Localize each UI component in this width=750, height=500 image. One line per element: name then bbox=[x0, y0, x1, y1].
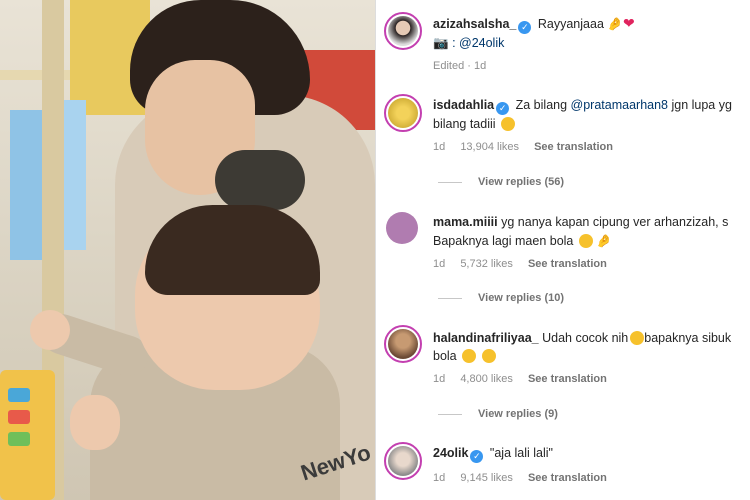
woman-scarf bbox=[215, 150, 305, 210]
verified-badge-icon: ✓ bbox=[470, 450, 484, 463]
comment-text-line2: bilang tadiii bbox=[433, 115, 750, 133]
comment-line2-text: Bapaknya lagi maen bola bbox=[433, 234, 574, 248]
post-photo[interactable]: NewYo bbox=[0, 0, 375, 500]
unamused-emoji-icon bbox=[462, 349, 477, 363]
comment-username[interactable]: 24olik bbox=[433, 446, 468, 460]
comment-text-start: yg nanya kapan cipung ver arhanzizah, s bbox=[501, 215, 729, 229]
see-translation-link[interactable]: See translation bbox=[528, 472, 607, 484]
view-replies-button[interactable]: View replies (56) bbox=[438, 176, 564, 188]
toy-key bbox=[8, 410, 30, 424]
avatar[interactable] bbox=[384, 94, 422, 132]
replies-divider bbox=[438, 181, 462, 183]
avatar[interactable] bbox=[384, 325, 422, 363]
see-translation-link[interactable]: See translation bbox=[528, 373, 607, 385]
comment-line2-text: bilang tadiii bbox=[433, 117, 496, 131]
view-replies-label: View replies (9) bbox=[478, 408, 558, 420]
view-replies-label: View replies (56) bbox=[478, 176, 565, 188]
comment-text: 24olik ✓ "aja lali lali" bbox=[433, 444, 750, 463]
toy-keyboard bbox=[0, 370, 55, 500]
red-heart-emoji-icon: ❤ bbox=[622, 15, 635, 31]
toy-key bbox=[8, 388, 30, 402]
comment-likes[interactable]: 5,732 likes bbox=[460, 258, 513, 270]
toy-key bbox=[8, 432, 30, 446]
comment-text-start: Udah cocok nih bbox=[542, 331, 629, 345]
photo-credit-mention[interactable]: : @24olik bbox=[452, 36, 504, 50]
comment-likes[interactable]: 9,145 likes bbox=[460, 472, 513, 484]
comment-meta: 1d 13,904 likes See translation bbox=[433, 141, 625, 153]
comment-likes[interactable]: 4,800 likes bbox=[460, 373, 513, 385]
comment-username[interactable]: mama.miiii bbox=[433, 215, 498, 229]
boy-hair bbox=[145, 205, 320, 295]
comment-age: 1d bbox=[433, 472, 446, 484]
see-translation-link[interactable]: See translation bbox=[534, 141, 613, 153]
comment-text: isdadahlia ✓ Za bilang @pratamaarhan8 jgn… bbox=[433, 96, 750, 115]
avatar-image bbox=[388, 329, 418, 359]
comment-age: 1d bbox=[433, 141, 446, 153]
comment-likes[interactable]: 13,904 likes bbox=[460, 141, 519, 153]
laughing-emoji-icon bbox=[578, 234, 593, 248]
comment-text: mama.miiii yg nanya kapan cipung ver arh… bbox=[433, 213, 750, 231]
comment-text-line2: Bapaknya lagi maen bola 🤌 bbox=[433, 232, 750, 250]
caption-username[interactable]: azizahsalsha_ bbox=[433, 17, 516, 31]
comment-age: 1d bbox=[433, 373, 446, 385]
boy-hand bbox=[30, 310, 70, 350]
comment-mention[interactable]: @pratamaarhan8 bbox=[571, 98, 668, 112]
comment-age: 1d bbox=[433, 258, 446, 270]
caption-text: Rayyanjaaa bbox=[537, 17, 604, 31]
emoji-icon bbox=[630, 331, 645, 345]
photo-credit-line: 📷 : @24olik bbox=[433, 34, 750, 52]
view-replies-label: View replies (10) bbox=[478, 292, 565, 304]
verified-badge-icon: ✓ bbox=[496, 102, 510, 115]
comment-meta: 1d 4,800 likes See translation bbox=[433, 373, 619, 385]
avatar[interactable] bbox=[384, 442, 422, 480]
comment-meta: 1d 9,145 likes See translation bbox=[433, 472, 619, 484]
avatar[interactable] bbox=[386, 212, 418, 244]
verified-badge-icon: ✓ bbox=[518, 21, 532, 34]
comment-text-start: "aja lali lali" bbox=[489, 446, 553, 460]
replies-divider bbox=[438, 413, 462, 415]
comment-text: halandinafriliyaa_ Udah cocok nih bapakny… bbox=[433, 329, 750, 347]
boy-hand-2 bbox=[70, 395, 120, 450]
see-translation-link[interactable]: See translation bbox=[528, 258, 607, 270]
replies-divider bbox=[438, 297, 462, 299]
camera-icon: 📷 bbox=[433, 36, 449, 50]
pinched-fingers-emoji-icon: 🤌 bbox=[607, 17, 623, 31]
comment-text-line2: bola bbox=[433, 347, 750, 365]
caption-line: azizahsalsha_ ✓ Rayyanjaaa 🤌❤ bbox=[433, 14, 750, 34]
comment-text-end: jgn lupa yg bbox=[668, 98, 732, 112]
avatar-image bbox=[388, 98, 418, 128]
comment-text-end: bapaknya sibuk bbox=[644, 331, 732, 345]
comment-username[interactable]: isdadahlia bbox=[433, 98, 494, 112]
view-replies-button[interactable]: View replies (10) bbox=[438, 292, 564, 304]
avatar-image bbox=[388, 16, 418, 46]
comment-text-start: Za bilang bbox=[515, 98, 571, 112]
caption-meta: Edited · 1d bbox=[433, 60, 498, 72]
crying-emoji-icon bbox=[481, 349, 496, 363]
grinning-emoji-icon bbox=[501, 117, 516, 131]
comment-username[interactable]: halandinafriliyaa_ bbox=[433, 331, 539, 345]
pinched-fingers-emoji-icon: 🤌 bbox=[596, 234, 612, 248]
view-replies-button[interactable]: View replies (9) bbox=[438, 408, 558, 420]
comment-line2-text: bola bbox=[433, 349, 457, 363]
comment-meta: 1d 5,732 likes See translation bbox=[433, 258, 619, 270]
comments-panel: azizahsalsha_ ✓ Rayyanjaaa 🤌❤ 📷 : @24olik… bbox=[375, 0, 750, 500]
edited-label: Edited · 1d bbox=[433, 60, 487, 72]
avatar-image bbox=[388, 446, 418, 476]
avatar[interactable] bbox=[384, 12, 422, 50]
